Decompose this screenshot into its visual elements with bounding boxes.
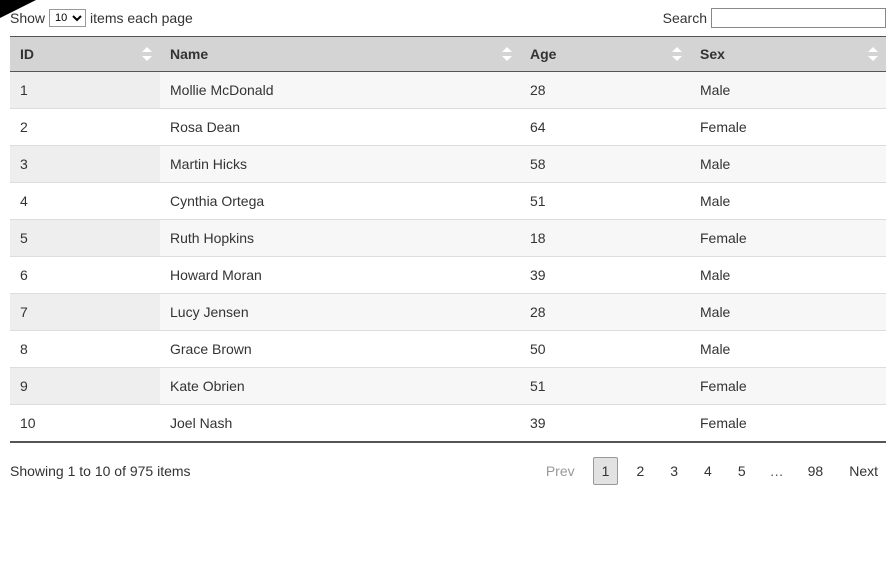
data-table: ID Name Age Sex 1 Mollie McDonald — [10, 36, 886, 443]
cell-sex: Male — [690, 331, 886, 368]
cell-age: 64 — [520, 109, 690, 146]
page-ellipsis: … — [764, 458, 790, 484]
cell-id: 9 — [10, 368, 160, 405]
table-row: 6 Howard Moran 39 Male — [10, 257, 886, 294]
table-row: 5 Ruth Hopkins 18 Female — [10, 220, 886, 257]
status-text: Showing 1 to 10 of 975 items — [10, 463, 191, 479]
page-1[interactable]: 1 — [593, 457, 619, 485]
col-header-sex[interactable]: Sex — [690, 37, 886, 72]
col-header-id[interactable]: ID — [10, 37, 160, 72]
cell-age: 18 — [520, 220, 690, 257]
table-row: 7 Lucy Jensen 28 Male — [10, 294, 886, 331]
page-4[interactable]: 4 — [696, 458, 720, 484]
table-row: 3 Martin Hicks 58 Male — [10, 146, 886, 183]
col-header-age[interactable]: Age — [520, 37, 690, 72]
cell-sex: Male — [690, 183, 886, 220]
cell-name: Grace Brown — [160, 331, 520, 368]
cell-age: 51 — [520, 368, 690, 405]
cell-sex: Male — [690, 257, 886, 294]
cell-name: Lucy Jensen — [160, 294, 520, 331]
page-size-select[interactable]: 10 — [49, 9, 86, 27]
corner-decoration — [0, 0, 36, 18]
cell-name: Rosa Dean — [160, 109, 520, 146]
table-row: 8 Grace Brown 50 Male — [10, 331, 886, 368]
cell-id: 7 — [10, 294, 160, 331]
page-last[interactable]: 98 — [800, 458, 832, 484]
cell-sex: Female — [690, 109, 886, 146]
cell-name: Kate Obrien — [160, 368, 520, 405]
cell-sex: Male — [690, 146, 886, 183]
col-header-id-label: ID — [20, 46, 34, 62]
page-size-suffix: items each page — [90, 10, 193, 26]
cell-age: 58 — [520, 146, 690, 183]
page-3[interactable]: 3 — [662, 458, 686, 484]
cell-id: 4 — [10, 183, 160, 220]
col-header-sex-label: Sex — [700, 46, 725, 62]
sort-icon — [142, 46, 152, 62]
table-row: 4 Cynthia Ortega 51 Male — [10, 183, 886, 220]
cell-age: 28 — [520, 72, 690, 109]
cell-id: 8 — [10, 331, 160, 368]
cell-name: Martin Hicks — [160, 146, 520, 183]
cell-sex: Male — [690, 294, 886, 331]
sort-icon — [672, 46, 682, 62]
cell-sex: Female — [690, 368, 886, 405]
col-header-age-label: Age — [530, 46, 556, 62]
cell-age: 51 — [520, 183, 690, 220]
cell-sex: Female — [690, 220, 886, 257]
cell-age: 39 — [520, 405, 690, 443]
sort-icon — [502, 46, 512, 62]
cell-name: Mollie McDonald — [160, 72, 520, 109]
page-2[interactable]: 2 — [628, 458, 652, 484]
cell-name: Ruth Hopkins — [160, 220, 520, 257]
cell-id: 5 — [10, 220, 160, 257]
cell-sex: Male — [690, 72, 886, 109]
cell-name: Cynthia Ortega — [160, 183, 520, 220]
cell-sex: Female — [690, 405, 886, 443]
paginator: Prev 12345 … 98 Next — [538, 457, 886, 485]
search-input[interactable] — [711, 8, 886, 28]
cell-id: 10 — [10, 405, 160, 443]
table-row: 9 Kate Obrien 51 Female — [10, 368, 886, 405]
table-row: 1 Mollie McDonald 28 Male — [10, 72, 886, 109]
cell-id: 3 — [10, 146, 160, 183]
cell-age: 50 — [520, 331, 690, 368]
sort-icon — [868, 46, 878, 62]
cell-name: Joel Nash — [160, 405, 520, 443]
col-header-name[interactable]: Name — [160, 37, 520, 72]
cell-name: Howard Moran — [160, 257, 520, 294]
cell-age: 28 — [520, 294, 690, 331]
search-label: Search — [663, 10, 707, 26]
page-5[interactable]: 5 — [730, 458, 754, 484]
cell-id: 6 — [10, 257, 160, 294]
cell-id: 1 — [10, 72, 160, 109]
cell-age: 39 — [520, 257, 690, 294]
table-row: 2 Rosa Dean 64 Female — [10, 109, 886, 146]
col-header-name-label: Name — [170, 46, 208, 62]
cell-id: 2 — [10, 109, 160, 146]
page-next[interactable]: Next — [841, 458, 886, 484]
table-row: 10 Joel Nash 39 Female — [10, 405, 886, 443]
page-prev[interactable]: Prev — [538, 458, 583, 484]
